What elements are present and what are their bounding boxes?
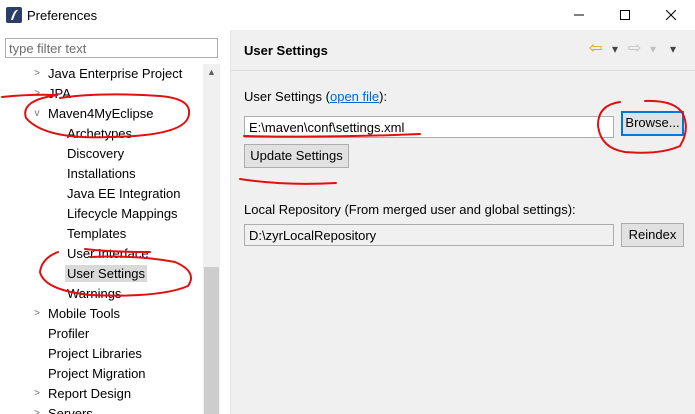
scroll-up-arrow-icon[interactable]: ▲ bbox=[203, 64, 220, 81]
preferences-nav-pane: > Java Enterprise Project > JPA v Maven4… bbox=[0, 30, 230, 414]
tree-scrollbar[interactable]: ▲ bbox=[203, 64, 220, 414]
forward-dropdown-icon[interactable]: ▾ bbox=[650, 38, 656, 60]
tree-item-label: Archetypes bbox=[67, 126, 133, 141]
tree-item-label: Profiler bbox=[48, 326, 90, 341]
tree-item-label: Templates bbox=[67, 226, 127, 241]
forward-arrow-icon[interactable]: ⇨ bbox=[628, 38, 641, 60]
update-settings-button[interactable]: Update Settings bbox=[244, 144, 349, 168]
tree-item-report-design[interactable]: > Report Design bbox=[34, 384, 132, 404]
tree-item-project-libraries[interactable]: Project Libraries bbox=[48, 344, 142, 364]
tree-item-label: Servers bbox=[48, 406, 93, 414]
tree-item-label: User Interface bbox=[67, 246, 149, 261]
close-button[interactable] bbox=[648, 0, 694, 30]
title-bar: Preferences bbox=[0, 0, 695, 30]
tree-item-user-interface[interactable]: User Interface bbox=[67, 244, 149, 264]
tree-item-mobile-tools[interactable]: > Mobile Tools bbox=[34, 304, 121, 324]
tree-item-installations[interactable]: Installations bbox=[67, 164, 136, 184]
expand-arrow-icon[interactable]: > bbox=[31, 84, 43, 104]
user-settings-label: User Settings (open file): bbox=[244, 89, 387, 104]
tree-item-label: Java EE Integration bbox=[67, 186, 181, 201]
tree-item-warnings[interactable]: Warnings bbox=[67, 284, 121, 304]
tree-item-label: Java Enterprise Project bbox=[48, 66, 183, 81]
tree-item-label: Project Migration bbox=[48, 366, 146, 381]
back-arrow-icon[interactable]: ⇦ bbox=[589, 38, 602, 60]
tree-item-label: JPA bbox=[48, 86, 71, 101]
tree-item-label: Project Libraries bbox=[48, 346, 142, 361]
open-file-link[interactable]: open file bbox=[330, 89, 379, 104]
tree-item-label: Mobile Tools bbox=[48, 306, 121, 321]
view-menu-icon[interactable]: ▾ bbox=[670, 38, 676, 60]
tree-item-java-ee-integration[interactable]: Java EE Integration bbox=[67, 184, 180, 204]
tree-item-lifecycle-mappings[interactable]: Lifecycle Mappings bbox=[67, 204, 178, 224]
tree-item-templates[interactable]: Templates bbox=[67, 224, 126, 244]
tree-item-label: Maven4MyEclipse bbox=[48, 106, 154, 121]
tree-item-maven4myeclipse[interactable]: v Maven4MyEclipse bbox=[35, 104, 154, 124]
tree-item-label: Discovery bbox=[67, 146, 125, 161]
tree-item-user-settings[interactable]: User Settings bbox=[65, 264, 148, 284]
maximize-button[interactable] bbox=[602, 0, 648, 30]
eclipse-icon bbox=[6, 7, 22, 23]
preferences-tree: > Java Enterprise Project > JPA v Maven4… bbox=[0, 64, 203, 414]
expand-arrow-icon[interactable]: > bbox=[31, 404, 43, 414]
tree-item-label: Installations bbox=[67, 166, 136, 181]
tree-item-profiler[interactable]: Profiler bbox=[48, 324, 89, 344]
user-settings-label-suffix: ): bbox=[379, 89, 388, 104]
tree-item-label: User Settings bbox=[65, 265, 148, 282]
filter-input[interactable] bbox=[5, 38, 218, 58]
back-dropdown-icon[interactable]: ▾ bbox=[612, 38, 618, 60]
preference-page: User Settings ⇦ ▾ ⇨ ▾ ▾ User Settings (o… bbox=[231, 30, 695, 414]
tree-item-discovery[interactable]: Discovery bbox=[67, 144, 124, 164]
tree-item-project-migration[interactable]: Project Migration bbox=[48, 364, 146, 384]
browse-button[interactable]: Browse... bbox=[621, 111, 684, 136]
expand-arrow-icon[interactable]: > bbox=[31, 64, 43, 84]
page-header: User Settings ⇦ ▾ ⇨ ▾ ▾ bbox=[231, 30, 695, 71]
user-settings-label-text: User Settings ( bbox=[244, 89, 330, 104]
reindex-button[interactable]: Reindex bbox=[621, 223, 684, 247]
tree-item-servers[interactable]: > Servers bbox=[34, 404, 93, 414]
page-title: User Settings bbox=[244, 43, 328, 58]
window-title: Preferences bbox=[27, 8, 98, 23]
tree-item-label: Report Design bbox=[48, 386, 132, 401]
tree-item-label: Lifecycle Mappings bbox=[67, 206, 178, 221]
tree-item-java-enterprise-project[interactable]: > Java Enterprise Project bbox=[34, 64, 183, 84]
expand-arrow-icon[interactable]: > bbox=[31, 304, 43, 324]
local-repository-label: Local Repository (From merged user and g… bbox=[244, 202, 576, 217]
collapse-arrow-icon[interactable]: v bbox=[31, 104, 43, 124]
tree-item-jpa[interactable]: > JPA bbox=[34, 84, 71, 104]
scrollbar-thumb[interactable] bbox=[204, 267, 219, 414]
expand-arrow-icon[interactable]: > bbox=[31, 384, 43, 404]
local-repository-path-input[interactable] bbox=[244, 224, 614, 246]
minimize-button[interactable] bbox=[556, 0, 602, 30]
tree-item-archetypes[interactable]: Archetypes bbox=[67, 124, 132, 144]
tree-item-label: Warnings bbox=[67, 286, 122, 301]
user-settings-path-input[interactable] bbox=[244, 116, 614, 138]
